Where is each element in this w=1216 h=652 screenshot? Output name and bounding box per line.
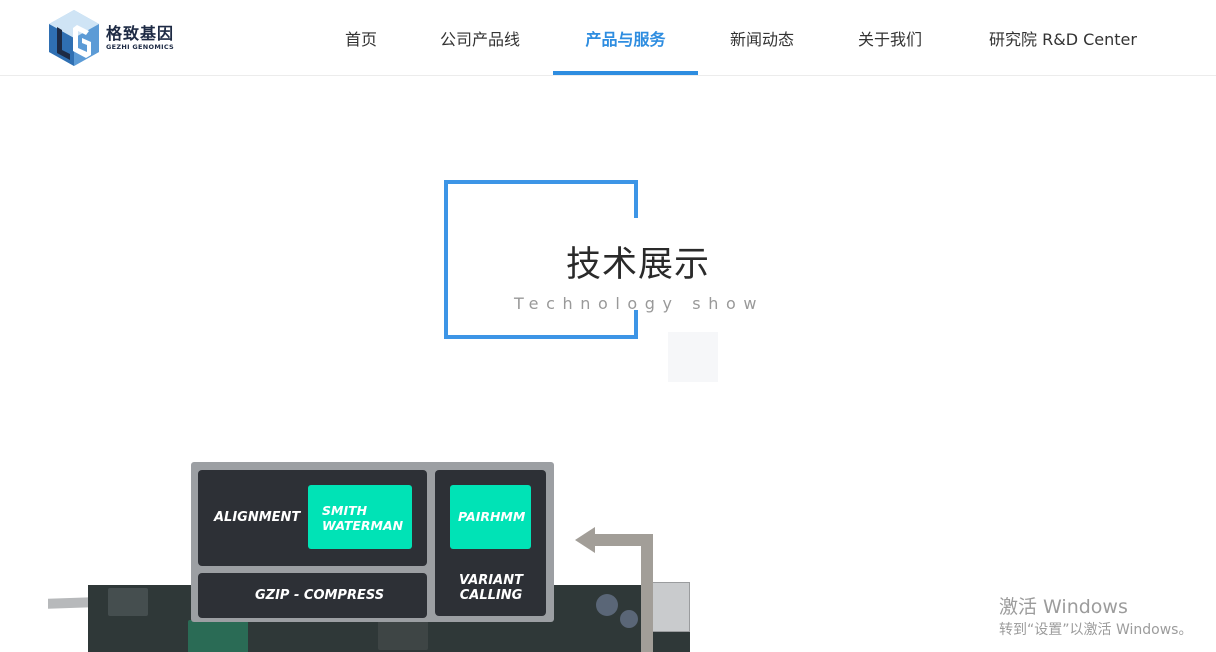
nav-item-products-services[interactable]: 产品与服务	[553, 0, 698, 75]
brand-logo[interactable]: 格致基因 GEZHI GENOMICS	[48, 9, 174, 67]
section-title: 技术展示	[566, 245, 711, 285]
board-pcie-edge	[48, 597, 92, 609]
board-component	[378, 620, 428, 650]
return-arrow-head	[575, 527, 595, 553]
board-component	[188, 620, 248, 652]
pairhmm-label: PAIRHMM	[458, 509, 526, 524]
pairhmm-chip: PAIRHMM	[450, 485, 531, 549]
board-capacitor	[620, 610, 638, 628]
section-subtitle: Technology show	[514, 294, 765, 313]
gzip-label: GZIP - COMPRESS	[255, 588, 385, 603]
brand-name-en: GEZHI GENOMICS	[106, 42, 175, 51]
site-header: 格致基因 GEZHI GENOMICS 首页 公司产品线 产品与服务 新闻动态 …	[0, 0, 1216, 76]
variant-calling-label: VARIANT CALLING	[459, 573, 523, 603]
windows-activation-title: 激活 Windows	[999, 596, 1128, 618]
alignment-panel: ALIGNMENT SMITH WATERMAN	[198, 470, 427, 566]
board-component	[108, 588, 148, 616]
variant-calling-panel: PAIRHMM VARIANT CALLING	[435, 470, 546, 616]
windows-activation-subtitle: 转到“设置”以激活 Windows。	[999, 622, 1193, 638]
accelerator-frame: ALIGNMENT SMITH WATERMAN PAIRHMM VARIANT…	[191, 462, 554, 622]
return-arrow-shaft	[594, 534, 653, 546]
nav-item-about[interactable]: 关于我们	[840, 0, 940, 75]
nav-item-product-lines[interactable]: 公司产品线	[420, 0, 540, 75]
board-bracket	[650, 582, 690, 632]
gzip-panel: GZIP - COMPRESS	[198, 573, 427, 618]
smith-waterman-chip: SMITH WATERMAN	[308, 485, 412, 549]
brand-name-cn: 格致基因	[106, 23, 175, 43]
placeholder-square	[668, 332, 718, 382]
alignment-label: ALIGNMENT	[214, 510, 301, 525]
page: 格致基因 GEZHI GENOMICS 首页 公司产品线 产品与服务 新闻动态 …	[0, 0, 1216, 652]
nav-active-underline	[553, 71, 698, 75]
nav-item-rd-center[interactable]: 研究院 R&D Center	[972, 0, 1154, 75]
nav-item-news[interactable]: 新闻动态	[712, 0, 812, 75]
smith-waterman-label: SMITH WATERMAN	[322, 503, 404, 533]
board-capacitor	[596, 594, 618, 616]
nav-item-home[interactable]: 首页	[326, 0, 396, 75]
return-arrow-icon	[641, 534, 653, 652]
hexagon-lg-logo-icon	[49, 10, 99, 66]
